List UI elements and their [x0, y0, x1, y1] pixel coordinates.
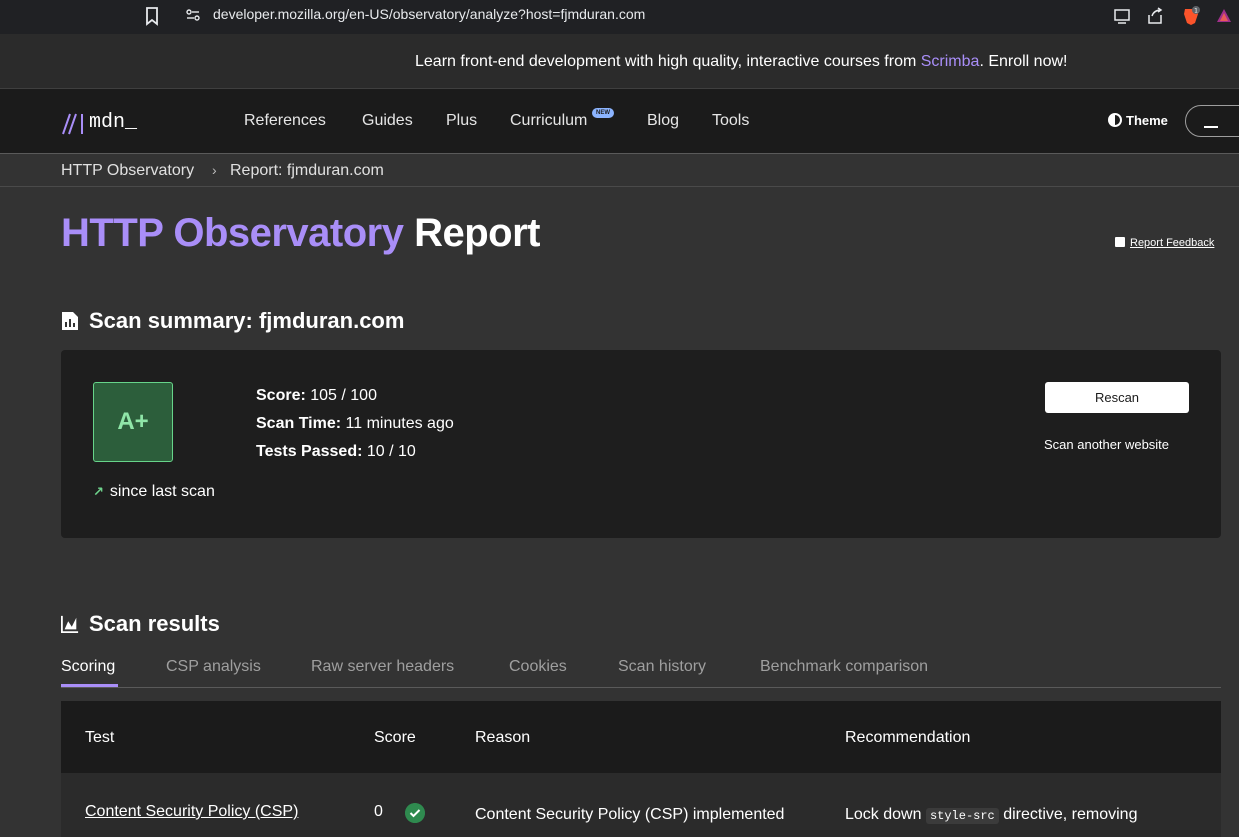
tests-passed-label: Tests Passed:: [256, 443, 363, 460]
page-title-rest: Report: [403, 211, 540, 255]
nav-plus[interactable]: Plus: [446, 112, 477, 130]
tests-passed-stat: Tests Passed: 10 / 10: [256, 443, 416, 461]
breadcrumb-observatory[interactable]: HTTP Observatory: [61, 162, 194, 180]
install-icon[interactable]: [1112, 6, 1132, 26]
report-feedback-link[interactable]: Report Feedback: [1115, 237, 1214, 249]
recommendation-code: style-src: [925, 808, 999, 824]
nav-curriculum[interactable]: Curriculum: [510, 112, 587, 130]
test-name-link[interactable]: Content Security Policy (CSP): [85, 803, 298, 821]
site-info-icon[interactable]: [185, 7, 201, 23]
scan-time-value: 11 minutes ago: [341, 415, 454, 432]
arrow-up-right-icon: ↗: [93, 484, 104, 499]
test-score: 0: [374, 803, 383, 820]
column-score: Score: [374, 729, 416, 746]
score-label: Score:: [256, 387, 306, 404]
promo-banner: Learn front-end development with high qu…: [0, 34, 1239, 89]
active-tab-indicator: [61, 684, 118, 687]
promo-text-before: Learn front-end development with high qu…: [415, 53, 921, 70]
promo-text: Learn front-end development with high qu…: [415, 53, 1067, 71]
brave-shield-icon[interactable]: 1: [1181, 6, 1201, 26]
brave-rewards-icon[interactable]: [1214, 6, 1234, 26]
tab-benchmark-comparison[interactable]: Benchmark comparison: [760, 658, 928, 676]
score-stat: Score: 105 / 100: [256, 387, 377, 405]
scan-summary-card: A+ ↗ since last scan Score: 105 / 100 Sca…: [61, 350, 1221, 538]
new-badge: NEW: [592, 108, 614, 118]
test-reason: Content Security Policy (CSP) implemente…: [475, 806, 785, 823]
report-icon: [62, 312, 78, 330]
grade-badge: A+: [93, 382, 173, 462]
scan-summary-label: Scan summary:: [89, 308, 253, 333]
breadcrumb-report[interactable]: Report: fjmduran.com: [230, 162, 384, 180]
report-feedback-label: Report Feedback: [1130, 237, 1215, 249]
scoring-table: Test Score Reason Recommendation Content…: [61, 701, 1221, 837]
tab-raw-server-headers[interactable]: Raw server headers: [311, 658, 454, 676]
scrimba-link[interactable]: Scrimba: [921, 53, 980, 70]
address-url[interactable]: developer.mozilla.org/en-US/observatory/…: [213, 6, 645, 22]
shield-count: 1: [1194, 8, 1198, 15]
top-navigation: mdn_ References Guides Plus Curriculum N…: [0, 89, 1239, 154]
chart-icon: [61, 615, 79, 633]
test-recommendation: Lock down style-src directive, removing: [845, 803, 1165, 828]
table-header: Test Score Reason Recommendation: [61, 701, 1221, 773]
nav-tools[interactable]: Tools: [712, 112, 749, 130]
page-title-accent: HTTP Observatory: [61, 211, 404, 255]
breadcrumb: HTTP Observatory › Report: fjmduran.com: [0, 154, 1239, 187]
theme-icon: [1108, 113, 1122, 127]
promo-text-after[interactable]: . Enroll now!: [979, 53, 1067, 70]
search-input[interactable]: [1185, 105, 1239, 137]
nav-references[interactable]: References: [244, 112, 326, 130]
column-reason: Reason: [475, 729, 531, 746]
column-test: Test: [85, 729, 115, 746]
scan-results-label: Scan results: [89, 611, 220, 636]
tab-scoring[interactable]: Scoring: [61, 658, 115, 676]
browser-toolbar: developer.mozilla.org/en-US/observatory/…: [0, 0, 1239, 34]
mdn-logo[interactable]: mdn_: [61, 111, 151, 137]
rescan-button[interactable]: Rescan: [1045, 382, 1189, 413]
scan-summary-heading: Scan summary: fjmduran.com: [61, 308, 404, 334]
tab-cookies[interactable]: Cookies: [509, 658, 567, 676]
share-icon[interactable]: [1145, 6, 1165, 26]
search-cursor: [1204, 126, 1218, 128]
recommendation-text-after: directive, removing: [998, 806, 1138, 823]
feedback-icon: [1115, 237, 1125, 247]
tests-passed-value: 10 / 10: [362, 443, 416, 460]
score-value: 105 / 100: [305, 387, 377, 404]
tab-csp-analysis[interactable]: CSP analysis: [166, 658, 261, 676]
nav-blog[interactable]: Blog: [647, 112, 679, 130]
since-last-scan: ↗ since last scan: [93, 483, 215, 501]
column-recommendation: Recommendation: [845, 729, 971, 746]
breadcrumb-separator: ›: [212, 162, 217, 178]
page-title: HTTP Observatory Report: [61, 211, 540, 256]
scan-another-website-link[interactable]: Scan another website: [1044, 437, 1169, 452]
results-tabs: Scoring CSP analysis Raw server headers …: [61, 655, 1221, 688]
scan-summary-host: fjmduran.com: [252, 308, 405, 333]
pass-check-icon: [405, 803, 425, 823]
recommendation-text-before: Lock down: [845, 806, 926, 823]
scan-time-label: Scan Time:: [256, 415, 342, 432]
bookmark-icon[interactable]: [143, 6, 161, 26]
mdn-logo-text: mdn_: [89, 111, 138, 134]
nav-guides[interactable]: Guides: [362, 112, 413, 130]
scan-results-heading: Scan results: [61, 611, 220, 637]
theme-label: Theme: [1126, 113, 1168, 128]
mdn-logo-icon: [62, 113, 83, 135]
theme-switcher[interactable]: Theme: [1108, 113, 1168, 128]
scan-time-stat: Scan Time: 11 minutes ago: [256, 415, 454, 433]
table-row: Content Security Policy (CSP) 0 Content …: [61, 773, 1221, 837]
tab-scan-history[interactable]: Scan history: [618, 658, 706, 676]
since-last-scan-label: since last scan: [109, 483, 215, 500]
